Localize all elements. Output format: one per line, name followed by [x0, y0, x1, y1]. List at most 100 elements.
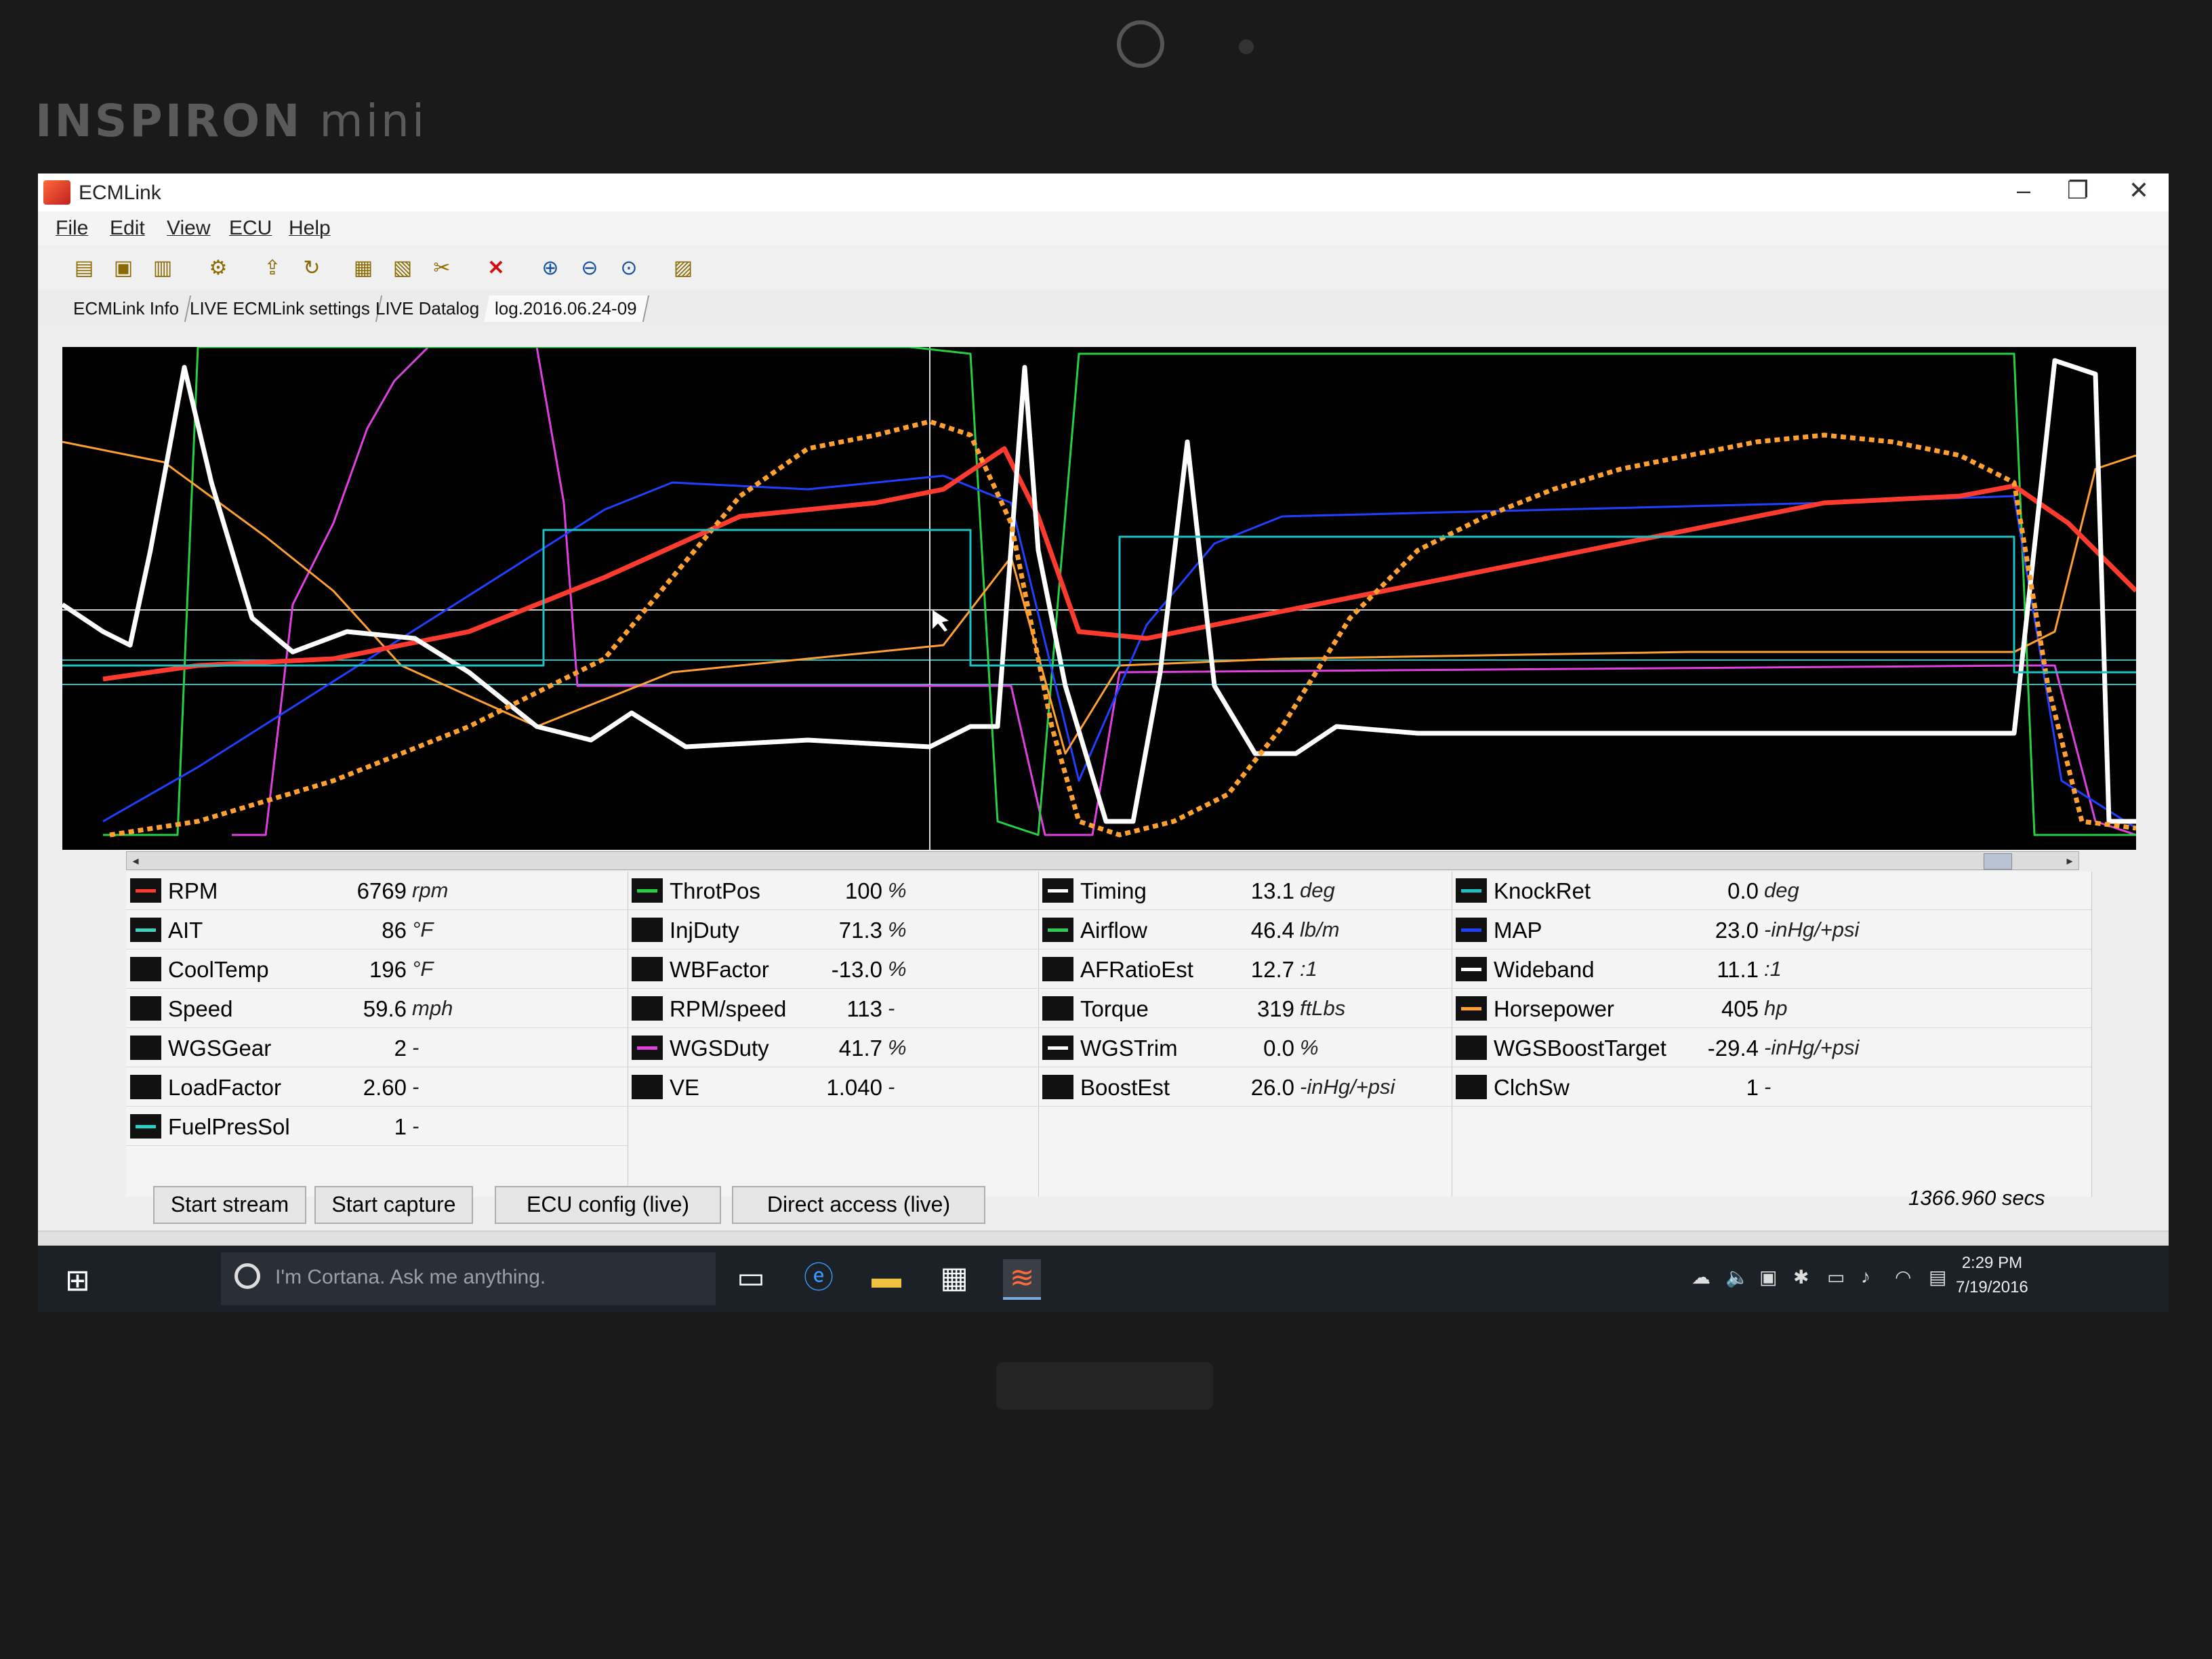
param-color-swatch[interactable] — [1042, 1036, 1073, 1060]
tray-app-icon[interactable]: ▣ — [1759, 1266, 1777, 1288]
param-row-torque[interactable]: Torque 319 ftLbs — [1038, 989, 1452, 1028]
param-color-swatch[interactable] — [130, 1114, 161, 1139]
task-view-icon[interactable]: ▭ — [732, 1259, 770, 1297]
param-color-swatch[interactable] — [130, 878, 161, 903]
tab-live-datalog[interactable]: LIVE Datalog — [364, 295, 492, 322]
cortana-placeholder[interactable]: I'm Cortana. Ask me anything. — [275, 1266, 546, 1289]
chart-config-icon[interactable]: ▨ — [670, 255, 697, 282]
open-folder-icon[interactable]: ▤ — [70, 255, 98, 282]
param-row-cooltemp[interactable]: CoolTemp 196 °F — [126, 950, 628, 989]
param-color-swatch[interactable] — [1456, 996, 1487, 1021]
minimize-button[interactable]: – — [2003, 176, 2044, 205]
param-row-knockret[interactable]: KnockRet 0.0 deg — [1452, 872, 2091, 910]
param-color-swatch[interactable] — [632, 878, 663, 903]
param-row-map[interactable]: MAP 23.0 -inHg/+psi — [1452, 911, 2091, 949]
scroll-left-arrow[interactable]: ◂ — [127, 852, 144, 869]
ecmlink-taskbar-icon[interactable]: ≋ — [1003, 1259, 1041, 1300]
datalog-graph[interactable] — [62, 347, 2136, 850]
file-explorer-icon[interactable]: ▬ — [867, 1259, 905, 1297]
param-row-fuelpressol[interactable]: FuelPresSol 1- — [126, 1107, 628, 1146]
param-color-swatch[interactable] — [1456, 918, 1487, 942]
graph-scrollbar[interactable]: ◂ ▸ — [126, 851, 2079, 870]
menu-edit[interactable]: Edit — [110, 217, 145, 240]
param-color-swatch[interactable] — [1042, 957, 1073, 981]
tab-log-file[interactable]: log.2016.06.24-09 — [483, 295, 649, 322]
settings-icon[interactable]: ⚙ — [205, 255, 232, 282]
param-row-afratioest[interactable]: AFRatioEst 12.7:1 — [1038, 950, 1452, 989]
store-icon[interactable]: ▦ — [935, 1259, 973, 1297]
zoom-out-icon[interactable]: ⊖ — [576, 255, 603, 282]
save-all-icon[interactable]: ▥ — [149, 255, 176, 282]
param-row-throtpos[interactable]: ThrotPos 100% — [628, 872, 1038, 910]
tab-live-settings[interactable]: LIVE ECMLink settings — [178, 295, 383, 322]
tray-bluetooth-icon[interactable]: ✱ — [1793, 1266, 1809, 1288]
param-color-swatch[interactable] — [1456, 1036, 1487, 1060]
param-color-swatch[interactable] — [1042, 878, 1073, 903]
zoom-in-icon[interactable]: ⊕ — [537, 255, 564, 282]
maximize-button[interactable]: ❐ — [2057, 176, 2098, 205]
param-color-swatch[interactable] — [130, 1075, 161, 1099]
param-row-rpm[interactable]: RPM 6769 rpm — [126, 872, 628, 910]
param-row-horsepower[interactable]: Horsepower 405 hp — [1452, 989, 2091, 1028]
param-color-swatch[interactable] — [130, 996, 161, 1021]
param-color-swatch[interactable] — [632, 1036, 663, 1060]
param-color-swatch[interactable] — [130, 1036, 161, 1060]
param-color-swatch[interactable] — [632, 918, 663, 942]
zoom-fit-icon[interactable]: ⊙ — [615, 255, 642, 282]
cortana-icon[interactable] — [234, 1263, 260, 1289]
battery-icon[interactable]: ▭ — [1827, 1266, 1845, 1288]
action-center-icon[interactable]: ▤ — [1929, 1266, 1946, 1288]
param-row-ait[interactable]: AIT 86 °F — [126, 911, 628, 949]
param-row-clutchsw[interactable]: ClchSw 1- — [1452, 1068, 2091, 1107]
wifi-icon[interactable]: ◠ — [1895, 1266, 1911, 1288]
tab-ecmlink-info[interactable]: ECMLink Info — [62, 295, 192, 322]
param-color-swatch[interactable] — [1456, 878, 1487, 903]
table-edit-icon[interactable]: ▧ — [389, 255, 416, 282]
scroll-right-arrow[interactable]: ▸ — [2061, 852, 2078, 869]
param-row-wgsgear[interactable]: WGSGear 2- — [126, 1029, 628, 1067]
param-row-loadfactor[interactable]: LoadFactor 2.60- — [126, 1068, 628, 1107]
windows-start-icon[interactable]: ⊞ — [65, 1263, 90, 1298]
param-row-injduty[interactable]: InjDuty 71.3% — [628, 911, 1038, 949]
table-icon[interactable]: ▦ — [350, 255, 377, 282]
speaker-icon[interactable]: ♪ — [1861, 1266, 1870, 1288]
start-capture-button[interactable]: Start capture — [314, 1186, 473, 1224]
edge-browser-icon[interactable]: ⓔ — [800, 1259, 838, 1297]
volume-icon[interactable]: 🔈 — [1725, 1266, 1749, 1288]
menu-view[interactable]: View — [167, 217, 210, 240]
close-button[interactable]: ✕ — [2118, 176, 2159, 205]
delete-icon[interactable]: ✕ — [483, 255, 510, 282]
param-color-swatch[interactable] — [632, 957, 663, 981]
param-color-swatch[interactable] — [130, 918, 161, 942]
param-color-swatch[interactable] — [1042, 918, 1073, 942]
param-row-wideband[interactable]: Wideband 11.1:1 — [1452, 950, 2091, 989]
start-stream-button[interactable]: Start stream — [153, 1186, 306, 1224]
param-color-swatch[interactable] — [1456, 1075, 1487, 1099]
onedrive-icon[interactable]: ☁ — [1692, 1266, 1711, 1288]
param-row-timing[interactable]: Timing 13.1 deg — [1038, 872, 1452, 910]
param-row-ve[interactable]: VE 1.040- — [628, 1068, 1038, 1107]
upload-icon[interactable]: ⇪ — [259, 255, 286, 282]
ecu-config-button[interactable]: ECU config (live) — [495, 1186, 721, 1224]
refresh-icon[interactable]: ↻ — [298, 255, 325, 282]
scroll-thumb[interactable] — [1984, 853, 2012, 869]
param-color-swatch[interactable] — [632, 1075, 663, 1099]
param-row-rpm-speed[interactable]: RPM/speed 113- — [628, 989, 1038, 1028]
menu-ecu[interactable]: ECU — [229, 217, 272, 240]
param-color-swatch[interactable] — [1042, 996, 1073, 1021]
param-row-wgsduty[interactable]: WGSDuty 41.7% — [628, 1029, 1038, 1067]
save-icon[interactable]: ▣ — [110, 255, 137, 282]
taskbar-clock[interactable]: 2:29 PM 7/19/2016 — [1956, 1251, 2028, 1300]
param-color-swatch[interactable] — [632, 996, 663, 1021]
param-color-swatch[interactable] — [130, 957, 161, 981]
param-row-boostest[interactable]: BoostEst 26.0 -inHg/+psi — [1038, 1068, 1452, 1107]
menu-help[interactable]: Help — [289, 217, 331, 240]
param-row-airflow[interactable]: Airflow 46.4 lb/m — [1038, 911, 1452, 949]
param-row-wgstrim[interactable]: WGSTrim 0.0% — [1038, 1029, 1452, 1067]
param-color-swatch[interactable] — [1456, 957, 1487, 981]
param-row-speed[interactable]: Speed 59.6 mph — [126, 989, 628, 1028]
cut-icon[interactable]: ✂ — [428, 255, 455, 282]
param-row-wbfactor[interactable]: WBFactor -13.0% — [628, 950, 1038, 989]
menu-file[interactable]: File — [56, 217, 88, 240]
direct-access-button[interactable]: Direct access (live) — [732, 1186, 985, 1224]
